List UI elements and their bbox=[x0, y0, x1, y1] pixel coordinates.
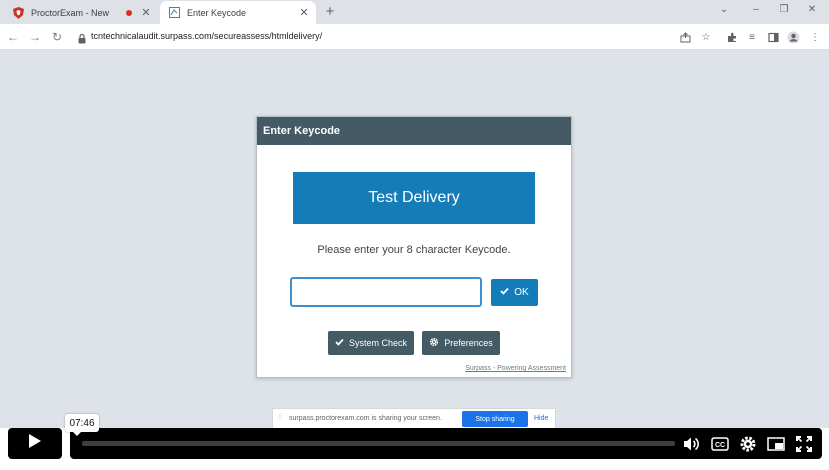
checkmark-icon bbox=[500, 287, 509, 298]
browser-tab-strip: ProctorExam - New ✕ Enter Keycode ✕ + ⌄ … bbox=[0, 0, 829, 24]
play-icon bbox=[28, 433, 42, 454]
ok-button[interactable]: OK bbox=[491, 279, 538, 306]
svg-text:CC: CC bbox=[715, 442, 725, 449]
player-controls: CC bbox=[70, 428, 822, 459]
surpass-footer-link[interactable]: Surpass - Powering Assessment bbox=[465, 365, 566, 372]
tab-proctorexam[interactable]: ProctorExam - New ✕ bbox=[4, 1, 158, 24]
bookmark-star-icon[interactable]: ☆ bbox=[699, 30, 713, 44]
lock-icon bbox=[78, 31, 86, 44]
preferences-button[interactable]: Preferences bbox=[422, 331, 500, 355]
video-player-bar: CC bbox=[0, 428, 829, 470]
keycode-prompt: Please enter your 8 character Keycode. bbox=[317, 244, 511, 256]
browser-toolbar: ← → ↻ tcntechnicalaudit.surpass.com/secu… bbox=[0, 24, 829, 50]
browser-menu-icon[interactable]: ⋮ bbox=[808, 30, 822, 44]
checkmark-icon bbox=[335, 338, 344, 348]
tab-title: ProctorExam - New bbox=[31, 7, 110, 18]
play-button[interactable] bbox=[8, 428, 62, 459]
system-check-button[interactable]: System Check bbox=[328, 331, 414, 355]
close-tab-icon[interactable]: ✕ bbox=[298, 6, 310, 19]
tab-search-chevron-icon[interactable]: ⌄ bbox=[714, 4, 734, 15]
ok-label: OK bbox=[514, 287, 529, 298]
reading-list-icon[interactable]: ≡ bbox=[745, 30, 759, 44]
close-window-icon[interactable]: ✕ bbox=[802, 4, 822, 15]
restore-icon[interactable]: ❐ bbox=[774, 4, 794, 15]
proctorexam-shield-icon bbox=[12, 6, 24, 19]
dialog-title: Enter Keycode bbox=[257, 117, 571, 145]
back-icon[interactable]: ← bbox=[5, 29, 21, 45]
new-tab-icon[interactable]: + bbox=[322, 3, 338, 21]
side-panel-icon[interactable] bbox=[766, 30, 780, 44]
enter-keycode-dialog: Enter Keycode Test Delivery Please enter… bbox=[256, 116, 572, 378]
tab-enter-keycode[interactable]: Enter Keycode ✕ bbox=[160, 1, 316, 24]
stop-sharing-button[interactable]: Stop sharing bbox=[462, 411, 528, 427]
closed-captions-icon[interactable]: CC bbox=[711, 435, 729, 453]
timestamp-tooltip: 07:46 bbox=[65, 414, 99, 436]
url-text: tcntechnicalaudit.surpass.com/secureasse… bbox=[91, 31, 323, 41]
gear-icon bbox=[429, 337, 439, 349]
share-icon[interactable] bbox=[678, 30, 692, 44]
drag-handle-icon[interactable]: ⁞ bbox=[279, 414, 281, 421]
test-delivery-banner: Test Delivery bbox=[293, 172, 535, 224]
extensions-puzzle-icon[interactable] bbox=[725, 30, 739, 44]
progress-track[interactable] bbox=[82, 441, 675, 446]
volume-icon[interactable] bbox=[683, 435, 701, 453]
settings-gear-icon[interactable] bbox=[739, 435, 757, 453]
preferences-label: Preferences bbox=[444, 338, 493, 348]
address-bar[interactable]: tcntechnicalaudit.surpass.com/secureasse… bbox=[70, 27, 720, 47]
forward-icon[interactable]: → bbox=[27, 29, 43, 45]
picture-in-picture-icon[interactable] bbox=[767, 435, 785, 453]
system-check-label: System Check bbox=[348, 338, 408, 348]
page-content: Enter Keycode Test Delivery Please enter… bbox=[0, 50, 829, 428]
profile-avatar-icon[interactable] bbox=[786, 30, 800, 44]
fullscreen-icon[interactable] bbox=[795, 435, 813, 453]
surpass-page-icon bbox=[168, 7, 180, 19]
screen: ProctorExam - New ✕ Enter Keycode ✕ + ⌄ … bbox=[0, 0, 829, 470]
hide-sharing-bar-button[interactable]: Hide bbox=[534, 415, 548, 422]
reload-icon[interactable]: ↻ bbox=[49, 29, 65, 45]
recording-indicator-icon bbox=[126, 9, 132, 16]
minimize-icon[interactable]: – bbox=[746, 4, 766, 15]
sharing-message: surpass.proctorexam.com is sharing your … bbox=[289, 415, 442, 422]
tab-title: Enter Keycode bbox=[187, 7, 247, 18]
keycode-input[interactable] bbox=[290, 277, 482, 307]
screen-sharing-bar: ⁞ surpass.proctorexam.com is sharing you… bbox=[272, 408, 556, 428]
close-tab-icon[interactable]: ✕ bbox=[140, 6, 152, 19]
